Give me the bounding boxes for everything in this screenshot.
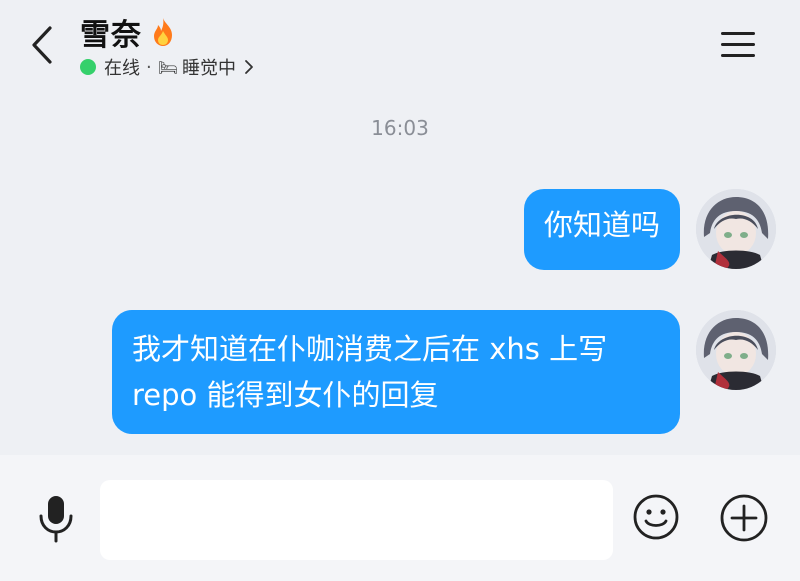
menu-button[interactable] [716,26,760,62]
message-text-line: 我才知道在仆咖消费之后在 xhs 上写 [132,332,608,366]
status-line[interactable]: 在线 · 🛏 睡觉中 [80,54,254,80]
chat-header: 雪奈 在线 · 🛏 睡觉中 [0,0,800,90]
contact-name: 雪奈 [80,18,142,53]
online-status-text: 在线 [104,58,140,79]
message-row: 你知道吗 [523,189,776,270]
plus-circle-icon [720,494,768,542]
smiley-icon [633,494,679,540]
avatar[interactable] [696,310,776,390]
microphone-icon [39,496,73,543]
message-bubble[interactable]: 我才知道在仆咖消费之后在 xhs 上写 repo 能得到女仆的回复 [112,310,680,434]
contact-info[interactable]: 雪奈 在线 · 🛏 睡觉中 [80,12,254,80]
fire-icon [154,18,172,46]
user-avatar-image [696,310,776,390]
emoji-button[interactable] [632,493,680,541]
online-status-dot [80,59,96,75]
voice-input-button[interactable] [36,494,76,544]
message-timestamp: 16:03 [371,116,429,140]
message-row: 我才知道在仆咖消费之后在 xhs 上写 repo 能得到女仆的回复 [112,310,776,434]
message-text-line: repo 能得到女仆的回复 [132,378,439,412]
avatar[interactable] [696,189,776,269]
more-options-button[interactable] [719,493,769,543]
back-button[interactable] [22,22,62,68]
message-text: 你知道吗 [543,208,660,242]
chevron-right-icon [245,60,253,74]
chevron-left-icon [32,26,52,64]
activity-status-text: 睡觉中 [182,58,237,79]
message-bubble[interactable]: 你知道吗 [523,189,680,270]
status-separator: · [146,56,152,78]
bed-icon: 🛏 [157,57,179,77]
message-input[interactable] [100,480,613,560]
user-avatar-image [696,189,776,269]
